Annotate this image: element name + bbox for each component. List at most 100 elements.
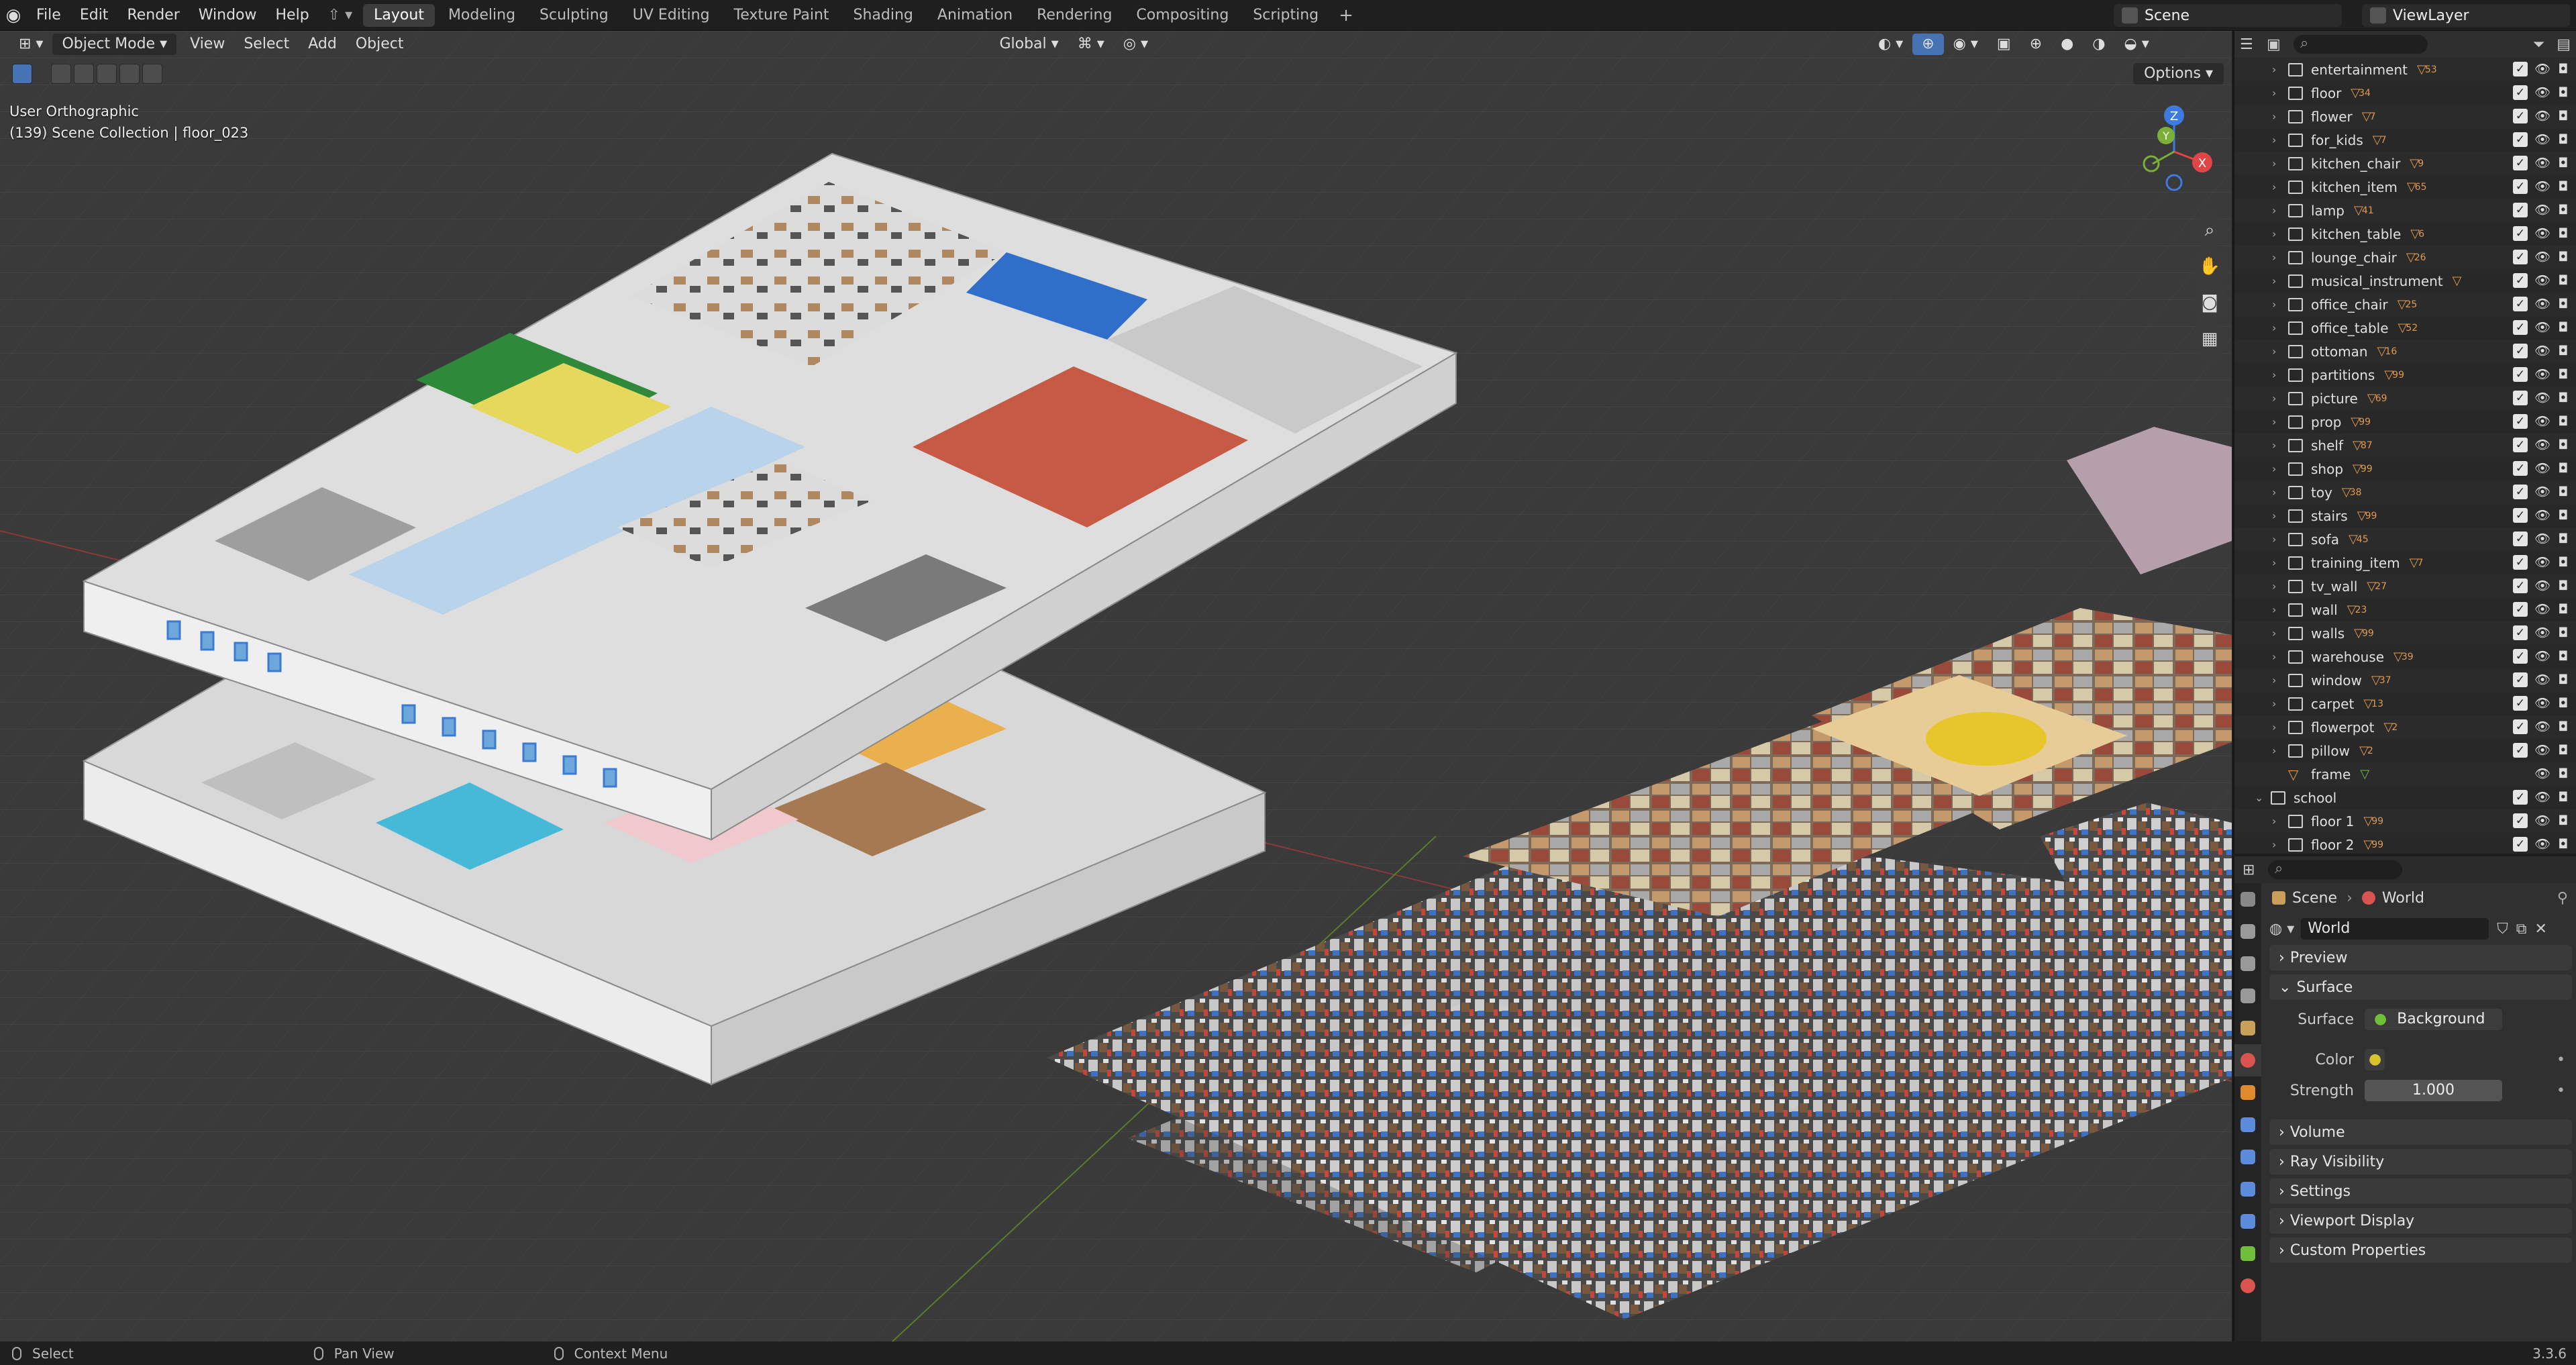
visibility-eye-icon[interactable]: 👁 (2534, 250, 2551, 264)
render-camera-icon[interactable]: ◘ (2556, 508, 2571, 523)
select-mode-subtract-icon[interactable] (97, 64, 117, 84)
render-camera-icon[interactable]: ◘ (2556, 156, 2571, 170)
expand-caret-icon[interactable]: › (2272, 415, 2284, 428)
exclude-checkbox[interactable]: ✓ (2513, 743, 2528, 758)
expand-caret-icon[interactable]: › (2272, 627, 2284, 640)
view-layer-selector[interactable]: ViewLayer (2362, 4, 2570, 27)
visibility-eye-icon[interactable]: 👁 (2534, 344, 2551, 358)
expand-caret-icon[interactable]: › (2272, 298, 2284, 311)
pin-icon[interactable]: ⚲ (2557, 890, 2568, 907)
scene-selector[interactable]: Scene (2114, 4, 2342, 27)
exclude-checkbox[interactable]: ✓ (2513, 226, 2528, 241)
outliner-row[interactable]: › window ▽ 37 ✓ 👁 ◘ (2234, 668, 2576, 692)
outliner-row[interactable]: › walls ▽ 99 ✓ 👁 ◘ (2234, 621, 2576, 645)
tab-texture-paint[interactable]: Texture Paint (723, 4, 840, 27)
exclude-checkbox[interactable]: ✓ (2513, 485, 2528, 499)
expand-caret-icon[interactable]: › (2272, 462, 2284, 475)
render-camera-icon[interactable]: ◘ (2556, 250, 2571, 264)
panel-viewport-display[interactable]: › Viewport Display (2269, 1208, 2572, 1233)
expand-caret-icon[interactable]: › (2272, 110, 2284, 123)
expand-caret-icon[interactable]: › (2272, 181, 2284, 193)
exclude-checkbox[interactable]: ✓ (2513, 438, 2528, 452)
expand-caret-icon[interactable]: › (2272, 650, 2284, 663)
render-camera-icon[interactable]: ◘ (2556, 485, 2571, 499)
exclude-checkbox[interactable]: ✓ (2513, 696, 2528, 711)
tab-object-icon[interactable] (2234, 1076, 2261, 1109)
render-camera-icon[interactable]: ◘ (2556, 813, 2571, 828)
exclude-checkbox[interactable]: ✓ (2513, 414, 2528, 429)
snap-icon[interactable]: ⌘ ▾ (1068, 34, 1114, 55)
outliner-row[interactable]: › flower ▽ 7 ✓ 👁 ◘ (2234, 105, 2576, 128)
outliner-row[interactable]: › office_chair ▽ 25 ✓ 👁 ◘ (2234, 293, 2576, 316)
select-mode-new-icon[interactable] (51, 64, 71, 84)
world-browse-icon[interactable]: ◍ ▾ (2269, 921, 2294, 938)
tab-scene-icon[interactable] (2234, 1012, 2261, 1044)
shading-rendered-icon[interactable]: ◒ ▾ (2115, 34, 2159, 55)
tab-animation[interactable]: Animation (927, 4, 1023, 27)
render-camera-icon[interactable]: ◘ (2556, 532, 2571, 546)
tab-physics-icon[interactable] (2234, 1173, 2261, 1205)
visibility-eye-icon[interactable]: 👁 (2534, 85, 2551, 100)
render-camera-icon[interactable]: ◘ (2556, 203, 2571, 217)
visibility-eye-icon[interactable]: 👁 (2534, 203, 2551, 217)
outliner-row[interactable]: › floor ▽ 34 ✓ 👁 ◘ (2234, 81, 2576, 105)
tab-material-icon[interactable] (2234, 1270, 2261, 1302)
visibility-eye-icon[interactable]: 👁 (2534, 414, 2551, 429)
shading-solid-icon[interactable]: ● (2051, 34, 2083, 55)
expand-caret-icon[interactable]: › (2272, 838, 2284, 851)
visibility-eye-icon[interactable]: 👁 (2534, 179, 2551, 194)
exclude-checkbox[interactable]: ✓ (2513, 649, 2528, 664)
render-camera-icon[interactable]: ◘ (2556, 273, 2571, 288)
visibility-eye-icon[interactable]: 👁 (2534, 109, 2551, 123)
new-collection-icon[interactable]: ▤ (2557, 36, 2571, 53)
exclude-checkbox[interactable]: ✓ (2513, 273, 2528, 288)
exclude-checkbox[interactable]: ✓ (2513, 132, 2528, 147)
visibility-eye-icon[interactable]: 👁 (2534, 273, 2551, 288)
select-mode-extend-icon[interactable] (74, 64, 94, 84)
menu-object[interactable]: Object (346, 34, 413, 55)
outliner-row[interactable]: › wall ▽ 23 ✓ 👁 ◘ (2234, 598, 2576, 621)
outliner-row[interactable]: › warehouse ▽ 39 ✓ 👁 ◘ (2234, 645, 2576, 668)
tab-modeling[interactable]: Modeling (437, 4, 526, 27)
render-camera-icon[interactable]: ◘ (2556, 578, 2571, 593)
outliner-row[interactable]: › for_kids ▽ 7 ✓ 👁 ◘ (2234, 128, 2576, 152)
visibility-eye-icon[interactable]: 👁 (2534, 320, 2551, 335)
render-camera-icon[interactable]: ◘ (2556, 719, 2571, 734)
unlink-world-icon[interactable]: ✕ (2534, 921, 2546, 938)
exclude-checkbox[interactable]: ✓ (2513, 719, 2528, 734)
editor-type-button[interactable]: ⊞ ▾ (9, 34, 52, 55)
outliner-row[interactable]: › sofa ▽ 45 ✓ 👁 ◘ (2234, 527, 2576, 551)
expand-caret-icon[interactable]: › (2272, 345, 2284, 358)
shading-material-icon[interactable]: ◑ (2083, 34, 2114, 55)
render-camera-icon[interactable]: ◘ (2556, 344, 2571, 358)
render-camera-icon[interactable]: ◘ (2556, 132, 2571, 147)
visibility-eye-icon[interactable]: 👁 (2534, 813, 2551, 828)
outliner-row[interactable]: › carpet ▽ 13 ✓ 👁 ◘ (2234, 692, 2576, 715)
overlay-toggle-icon[interactable]: ◉ ▾ (1944, 34, 1988, 55)
new-world-icon[interactable]: ⧉ (2516, 921, 2527, 938)
exclude-checkbox[interactable]: ✓ (2513, 790, 2528, 805)
render-camera-icon[interactable]: ◘ (2556, 602, 2571, 617)
outliner-row[interactable]: › floor 1 ▽ 99 ✓ 👁 ◘ (2234, 809, 2576, 833)
outliner-row[interactable]: › musical_instrument ▽ ✓ 👁 ◘ (2234, 269, 2576, 293)
render-camera-icon[interactable]: ◘ (2556, 461, 2571, 476)
render-camera-icon[interactable]: ◘ (2556, 696, 2571, 711)
menu-help[interactable]: Help (266, 0, 319, 31)
expand-caret-icon[interactable]: › (2272, 134, 2284, 146)
navigation-gizmo[interactable]: Z Y X (2127, 98, 2221, 192)
outliner-search-input[interactable]: ⌕ (2294, 35, 2428, 54)
panel-settings[interactable]: › Settings (2269, 1178, 2572, 1204)
visibility-eye-icon[interactable]: 👁 (2534, 367, 2551, 382)
expand-caret-icon[interactable]: › (2272, 157, 2284, 170)
visibility-icon[interactable]: ◐ ▾ (1869, 34, 1912, 55)
tab-constraints-icon[interactable] (2234, 1205, 2261, 1237)
visibility-eye-icon[interactable]: 👁 (2534, 485, 2551, 499)
menu-view[interactable]: View (181, 34, 234, 55)
render-camera-icon[interactable]: ◘ (2556, 226, 2571, 241)
expand-caret-icon[interactable]: › (2272, 556, 2284, 569)
expand-caret-icon[interactable]: › (2272, 368, 2284, 381)
outliner-row[interactable]: › lamp ▽ 41 ✓ 👁 ◘ (2234, 199, 2576, 222)
visibility-eye-icon[interactable]: 👁 (2534, 649, 2551, 664)
menu-edit[interactable]: Edit (70, 0, 118, 31)
outliner-row[interactable]: › kitchen_item ▽ 65 ✓ 👁 ◘ (2234, 175, 2576, 199)
